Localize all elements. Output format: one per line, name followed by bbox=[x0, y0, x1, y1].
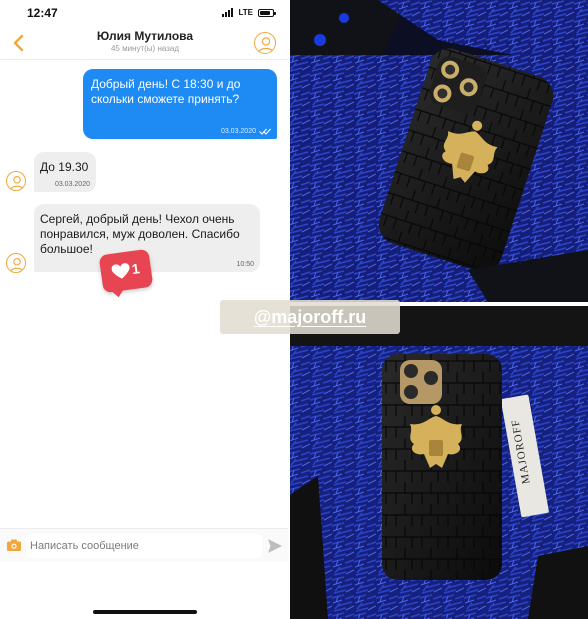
message-time: 03.03.2020 bbox=[220, 128, 256, 135]
message-time: 10:50 bbox=[236, 261, 254, 268]
send-icon[interactable] bbox=[267, 538, 283, 554]
message-text: До 19.30 bbox=[40, 160, 89, 174]
sender-avatar[interactable] bbox=[6, 171, 26, 191]
chat-header: Юлия Мутилова 45 минут(ы) назад bbox=[0, 26, 290, 60]
product-photo-top bbox=[288, 0, 588, 302]
message-text: Сергей, добрый день! Чехол очень понрави… bbox=[40, 212, 240, 256]
message-input[interactable] bbox=[26, 534, 262, 558]
battery-icon bbox=[258, 8, 276, 17]
status-bar: 12:47 LTE bbox=[0, 0, 290, 26]
message-time: 03.03.2020 bbox=[54, 181, 90, 188]
instagram-handle: @majoroff.ru bbox=[253, 307, 367, 327]
double-check-icon bbox=[259, 128, 271, 135]
like-badge: 1 bbox=[98, 248, 154, 294]
battery-level bbox=[260, 10, 270, 15]
message-text: Добрый день! С 18:30 и до скольки сможет… bbox=[91, 77, 241, 106]
phone-case-image bbox=[288, 0, 588, 302]
last-seen: 45 минут(ы) назад bbox=[110, 44, 180, 53]
home-indicator bbox=[93, 610, 197, 614]
product-photo-bottom: MAJOROFF bbox=[288, 306, 588, 619]
like-count: 1 bbox=[130, 260, 141, 278]
status-time: 12:47 bbox=[27, 6, 58, 20]
contact-avatar[interactable] bbox=[254, 32, 276, 54]
network-label: LTE bbox=[238, 8, 253, 17]
message-outgoing[interactable]: Добрый день! С 18:30 и до скольки сможет… bbox=[83, 69, 277, 139]
message-composer bbox=[0, 528, 290, 562]
contact-name[interactable]: Юлия Мутилова bbox=[0, 29, 290, 43]
sender-avatar[interactable] bbox=[6, 253, 26, 273]
phone-case-image: MAJOROFF bbox=[288, 306, 588, 619]
message-meta: 03.03.2020 bbox=[221, 128, 271, 135]
signal-icon bbox=[222, 8, 234, 17]
user-icon bbox=[9, 176, 25, 190]
user-icon bbox=[9, 258, 25, 272]
heart-icon bbox=[111, 263, 130, 279]
camera-icon[interactable] bbox=[7, 539, 21, 551]
status-indicators: LTE bbox=[222, 8, 276, 17]
message-incoming[interactable]: До 19.30 03.03.2020 bbox=[34, 152, 96, 192]
instagram-handle-overlay[interactable]: @majoroff.ru bbox=[220, 300, 400, 334]
